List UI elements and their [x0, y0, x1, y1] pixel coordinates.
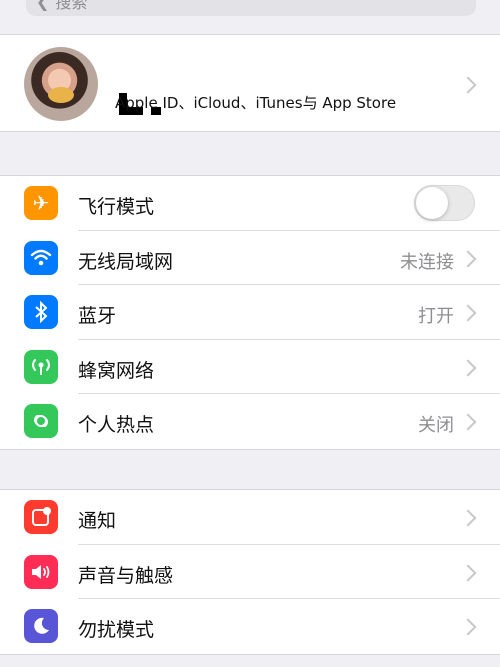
chevron-right-icon — [459, 359, 477, 376]
settings-row-hotspot[interactable]: 个人热点 关闭 — [0, 394, 500, 449]
settings-row-bluetooth[interactable]: 蓝牙 打开 — [0, 285, 500, 340]
chevron-right-icon — [459, 509, 477, 527]
sound-icon — [24, 554, 58, 589]
row-label: 个人热点 — [78, 414, 155, 436]
moon-icon — [24, 609, 58, 643]
row-label: 蜂窝网络 — [78, 359, 155, 382]
bluetooth-icon — [24, 295, 58, 329]
settings-row-cellular[interactable]: 蜂窝网络 — [0, 340, 500, 395]
chevron-right-icon — [459, 76, 477, 94]
toggle-knob — [416, 187, 448, 219]
airplane-mode-toggle[interactable] — [414, 185, 475, 221]
hotspot-icon — [24, 404, 58, 438]
avatar — [24, 47, 98, 121]
chevron-right-icon — [459, 618, 477, 636]
row-label: 声音与触感 — [78, 564, 174, 587]
row-value: 打开 — [418, 306, 454, 327]
wifi-icon — [24, 240, 58, 275]
search-bar[interactable]: ❮ 搜索 — [26, 0, 476, 16]
search-label: 搜索 — [55, 0, 88, 12]
airplane-icon: ✈ — [24, 186, 58, 220]
settings-row-wifi[interactable]: 无线局域网 未连接 — [0, 231, 500, 286]
profile-subtitle: Apple ID、iCloud、iTunes与 App Store — [115, 94, 397, 112]
row-label: 勿扰模式 — [78, 619, 155, 641]
chevron-right-icon — [459, 304, 477, 322]
settings-row-do-not-disturb[interactable]: 勿扰模式 — [0, 599, 500, 654]
notifications-settings-group: 通知 声音与触感 勿扰模式 — [0, 489, 500, 655]
row-value: 关闭 — [418, 415, 454, 436]
row-label: 无线局域网 — [78, 250, 174, 273]
row-label: 通知 — [78, 510, 117, 532]
settings-row-airplane[interactable]: ✈ 飞行模式 — [0, 176, 500, 231]
notification-icon — [24, 500, 58, 534]
cellular-icon — [24, 349, 58, 384]
search-area: ❮ 搜索 — [0, 0, 500, 34]
settings-row-sound[interactable]: 声音与触感 — [0, 545, 500, 600]
settings-row-notifications[interactable]: 通知 — [0, 490, 500, 545]
apple-id-profile-row[interactable]: Apple ID、iCloud、iTunes与 App Store — [0, 34, 500, 132]
row-label: 飞行模式 — [78, 196, 155, 218]
chevron-right-icon — [459, 564, 477, 581]
chevron-right-icon — [459, 250, 477, 267]
back-chevron-icon: ❮ — [36, 0, 50, 11]
network-settings-group: ✈ 飞行模式 无线局域网 未连接 蓝牙 打开 蜂窝网络 个人热点 关闭 — [0, 175, 500, 450]
row-label: 蓝牙 — [78, 305, 117, 327]
chevron-right-icon — [459, 413, 477, 431]
row-value: 未连接 — [400, 251, 454, 273]
